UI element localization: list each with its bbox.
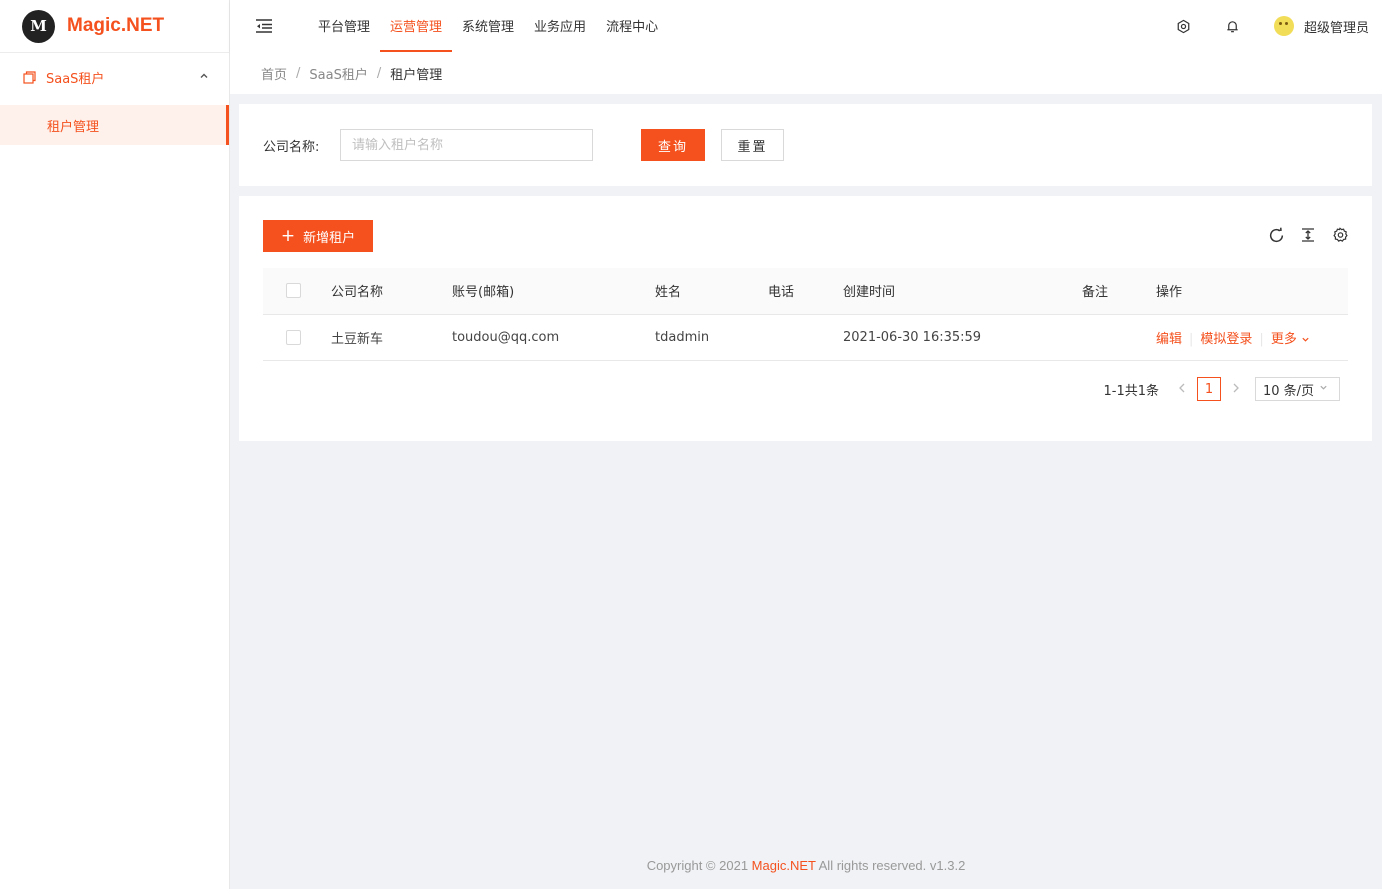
add-tenant-button[interactable]: + 新增租户 — [263, 220, 373, 252]
breadcrumb-separator: / — [376, 65, 382, 81]
chevron-down-icon — [1302, 337, 1309, 342]
column-height-icon[interactable] — [1299, 226, 1317, 244]
query-button[interactable]: 查询 — [641, 129, 705, 161]
sidebar-group-label: SaaS租户 — [46, 71, 105, 87]
breadcrumb: 首页 / SaaS租户 / 租户管理 — [230, 52, 1382, 94]
sidebar: M Magic.NET SaaS租户 租户管理 — [0, 0, 230, 889]
breadcrumb-separator: / — [296, 65, 301, 81]
reset-button[interactable]: 重置 — [721, 129, 784, 161]
menu-fold-icon[interactable] — [254, 16, 274, 36]
breadcrumb-home[interactable]: 首页 — [261, 64, 287, 83]
column-header-actions: 操作 — [1156, 268, 1348, 315]
page-number-current[interactable]: 1 — [1197, 377, 1221, 401]
footer-brand[interactable]: Magic.NET — [752, 858, 816, 873]
top-right-actions: 超级管理员 — [1176, 0, 1382, 52]
sidebar-item-label: 租户管理 — [47, 119, 100, 135]
search-form: 公司名称: 查询 重置 — [239, 104, 1372, 186]
cell-account: toudou@qq.com — [452, 314, 655, 361]
username[interactable]: 超级管理员 — [1304, 17, 1369, 36]
breadcrumb-saas-tenant[interactable]: SaaS租户 — [309, 64, 367, 83]
settings-icon[interactable] — [1331, 226, 1349, 244]
cell-phone — [768, 314, 843, 361]
table-row: 土豆新车 toudou@qq.com tdadmin 2021-06-30 16… — [263, 314, 1348, 361]
sidebar-group-saas-tenant[interactable]: SaaS租户 — [0, 53, 229, 101]
more-dropdown[interactable]: 更多 — [1271, 332, 1310, 347]
footer-rights: All rights reserved. v1.3.2 — [815, 858, 966, 873]
nav-item-workflow[interactable]: 流程中心 — [596, 0, 668, 52]
company-name-input[interactable] — [340, 129, 593, 161]
cell-created: 2021-06-30 16:35:59 — [843, 314, 1082, 361]
column-header-name[interactable]: 姓名 — [655, 268, 768, 315]
pagination-total: 1-1共1条 — [1103, 383, 1159, 399]
edit-link[interactable]: 编辑 — [1156, 332, 1182, 347]
breadcrumb-current: 租户管理 — [390, 67, 443, 83]
tenant-icon — [23, 70, 36, 84]
add-tenant-label: 新增租户 — [303, 230, 356, 246]
page-size-select[interactable]: 10 条/页 — [1255, 377, 1340, 401]
cell-actions: 编辑 | 模拟登录 | 更多 — [1156, 314, 1348, 361]
column-header-remark[interactable]: 备注 — [1082, 268, 1156, 315]
company-name-label: 公司名称: — [263, 139, 320, 155]
nav-item-platform[interactable]: 平台管理 — [308, 0, 380, 52]
logo-mark-icon: M — [22, 9, 55, 43]
logo[interactable]: M Magic.NET — [0, 0, 229, 53]
settings-icon[interactable] — [1176, 18, 1192, 34]
tenant-table-card: + 新增租户 公司名称 账号(邮箱) 姓名 电话 创建时间 备注 操作 土豆新车… — [239, 196, 1372, 441]
nav-item-business[interactable]: 业务应用 — [524, 0, 596, 52]
footer: Copyright © 2021 Magic.NET All rights re… — [230, 858, 1382, 873]
prev-page-icon[interactable] — [1175, 382, 1189, 397]
nav-item-operations[interactable]: 运营管理 — [380, 0, 453, 52]
table-header-row: 公司名称 账号(邮箱) 姓名 电话 创建时间 备注 操作 — [263, 268, 1348, 315]
cell-company: 土豆新车 — [331, 314, 452, 361]
page-size-value: 10 条/页 — [1263, 383, 1315, 399]
tenant-table: 公司名称 账号(邮箱) 姓名 电话 创建时间 备注 操作 土豆新车 toudou… — [263, 268, 1348, 361]
action-divider: | — [1189, 331, 1194, 347]
cell-name: tdadmin — [655, 314, 768, 361]
avatar[interactable] — [1273, 16, 1294, 36]
top-bar: 平台管理 运营管理 系统管理 业务应用 流程中心 超级管理员 — [230, 0, 1382, 52]
next-page-icon[interactable] — [1229, 382, 1243, 397]
row-checkbox[interactable] — [286, 329, 301, 345]
cell-remark — [1082, 314, 1156, 361]
column-header-company[interactable]: 公司名称 — [331, 268, 452, 315]
column-header-phone[interactable]: 电话 — [768, 268, 843, 315]
sidebar-item-tenant-management[interactable]: 租户管理 — [0, 105, 229, 145]
nav-item-system[interactable]: 系统管理 — [452, 0, 524, 52]
more-label: 更多 — [1270, 331, 1297, 347]
logo-text: Magic.NET — [67, 15, 165, 36]
table-tools — [1253, 226, 1349, 244]
chevron-up-icon — [199, 71, 209, 84]
chevron-down-icon — [1319, 383, 1328, 395]
pagination: 1-1共1条 1 10 条/页 — [1103, 377, 1340, 401]
impersonate-login-link[interactable]: 模拟登录 — [1200, 332, 1252, 347]
bell-icon[interactable] — [1225, 18, 1241, 34]
column-header-account[interactable]: 账号(邮箱) — [452, 268, 655, 315]
footer-copyright: Copyright © 2021 — [646, 858, 752, 873]
action-divider: | — [1259, 331, 1264, 347]
top-nav: 平台管理 运营管理 系统管理 业务应用 流程中心 — [308, 0, 668, 52]
select-all-checkbox[interactable] — [286, 283, 301, 299]
plus-icon: + — [280, 225, 296, 246]
refresh-icon[interactable] — [1267, 226, 1285, 244]
column-header-created[interactable]: 创建时间 — [843, 268, 1082, 315]
